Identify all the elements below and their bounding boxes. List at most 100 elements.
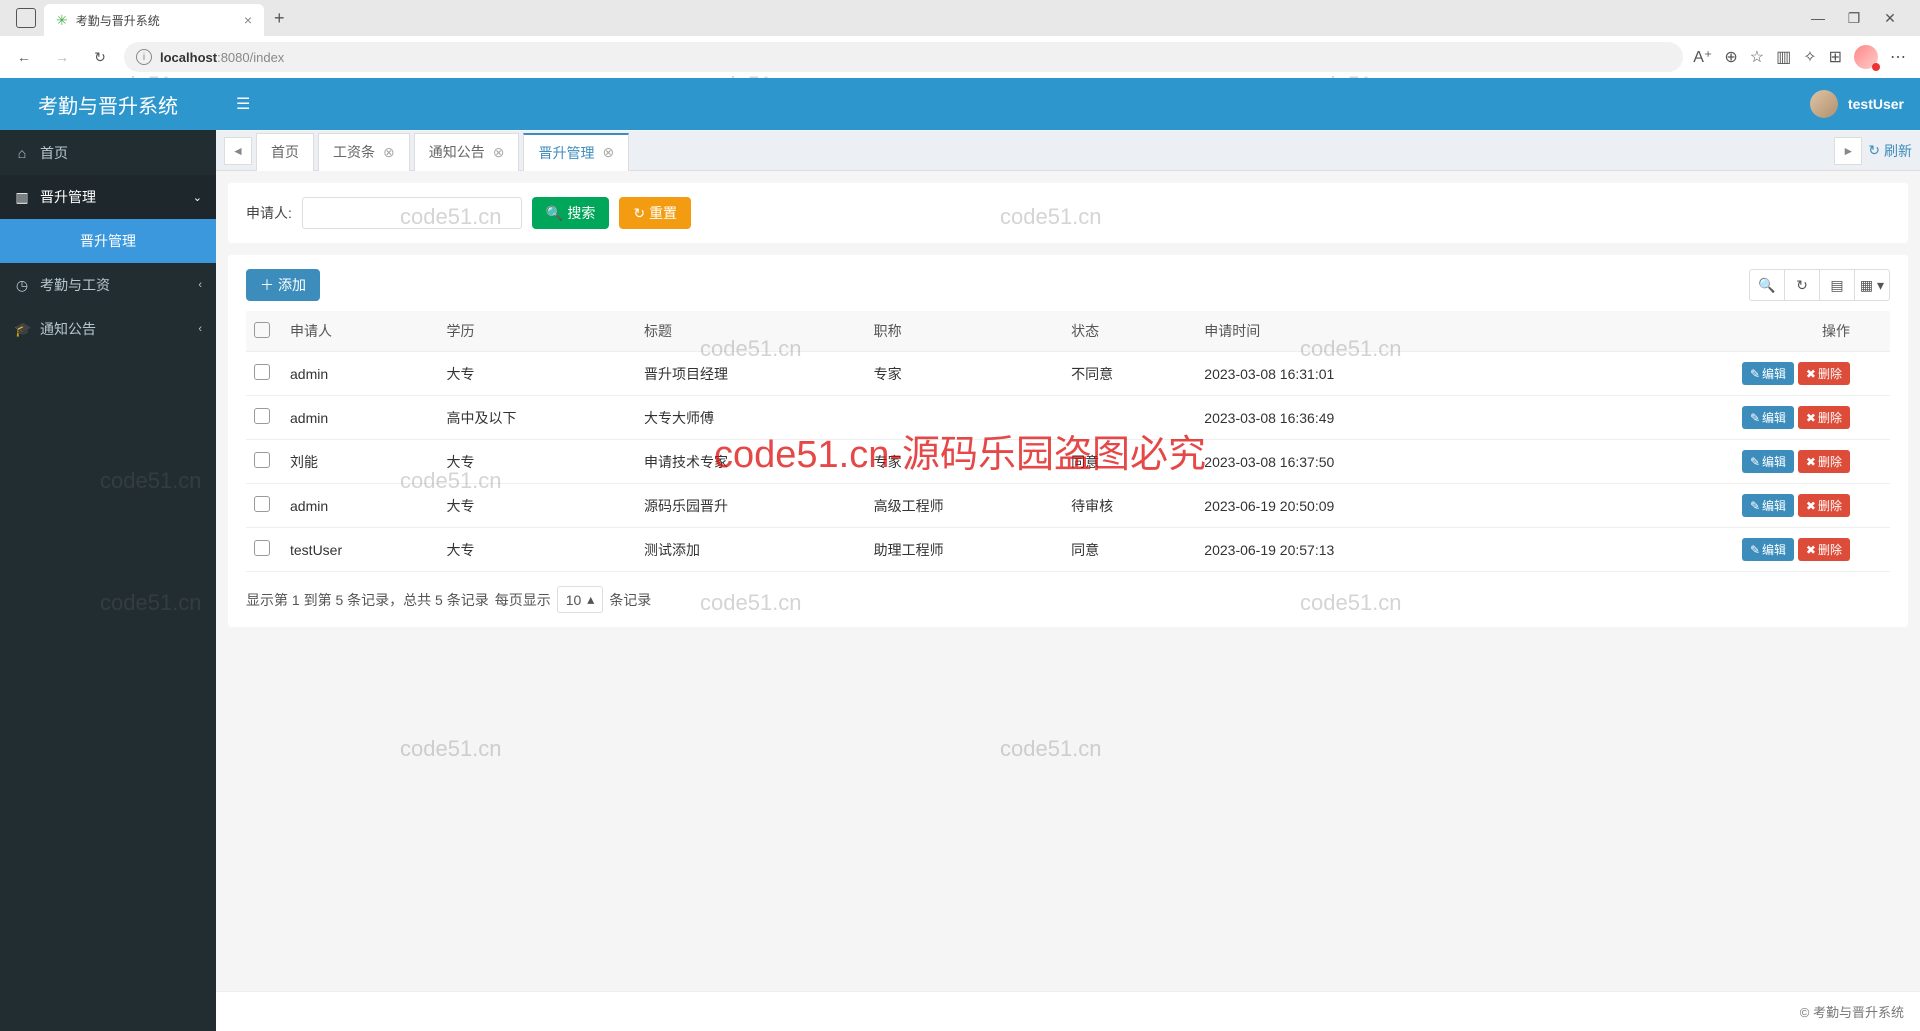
delete-icon: ✖ (1806, 543, 1816, 557)
search-button[interactable]: 🔍搜索 (532, 197, 609, 229)
applicant-input[interactable] (302, 197, 522, 229)
edit-button[interactable]: ✎编辑 (1742, 406, 1794, 429)
cell-title: 申请技术专家 (636, 440, 866, 484)
sidebar-item-promotion[interactable]: ▥ 晋升管理 ⌄ (0, 175, 216, 219)
cell-title: 晋升项目经理 (636, 352, 866, 396)
delete-button[interactable]: ✖删除 (1798, 450, 1850, 473)
cell-title: 大专大师傅 (636, 396, 866, 440)
reload-button[interactable]: ↻ (86, 43, 114, 71)
maximize-icon[interactable]: ❐ (1840, 4, 1868, 32)
minimize-icon[interactable]: — (1804, 4, 1832, 32)
delete-button[interactable]: ✖删除 (1798, 494, 1850, 517)
zoom-icon[interactable]: ⊕ (1724, 47, 1737, 67)
cell-applicant: admin (282, 396, 438, 440)
col-title[interactable]: 标题 (636, 311, 866, 352)
page-size-select[interactable]: 10▴ (557, 586, 604, 613)
edit-button[interactable]: ✎编辑 (1742, 362, 1794, 385)
tab-payslip[interactable]: 工资条⊗ (318, 133, 410, 171)
table-columns-button[interactable]: ▦ ▾ (1854, 269, 1890, 301)
table-refresh-button[interactable]: ↻ (1784, 269, 1820, 301)
row-checkbox[interactable] (254, 496, 270, 512)
more-icon[interactable]: ⋯ (1890, 47, 1906, 67)
sidebar-toggle-button[interactable]: ☰ (216, 94, 270, 114)
address-bar[interactable]: i localhost:8080/index (124, 42, 1683, 72)
cell-education: 大专 (438, 528, 636, 572)
browser-tab-overview-icon[interactable] (16, 8, 36, 28)
clock-icon: ◷ (14, 277, 30, 294)
col-status[interactable]: 状态 (1063, 311, 1196, 352)
barcode-icon: ▥ (14, 189, 30, 206)
cell-title: 源码乐园晋升 (636, 484, 866, 528)
filter-label: 申请人: (246, 203, 292, 223)
delete-button[interactable]: ✖删除 (1798, 406, 1850, 429)
plus-icon: ＋ (260, 275, 274, 295)
collections-icon[interactable]: ▥ (1776, 47, 1791, 67)
window-close-icon[interactable]: ✕ (1876, 4, 1904, 32)
delete-button[interactable]: ✖删除 (1798, 362, 1850, 385)
new-tab-button[interactable]: + (264, 8, 295, 29)
edit-icon: ✎ (1750, 411, 1760, 425)
col-applicant[interactable]: 申请人 (282, 311, 438, 352)
browser-tab[interactable]: ✳ 考勤与晋升系统 × (44, 4, 264, 36)
read-aloud-icon[interactable]: A⁺ (1693, 47, 1712, 67)
cell-education: 大专 (438, 352, 636, 396)
extensions-icon[interactable]: ⊞ (1829, 47, 1842, 67)
edit-button[interactable]: ✎编辑 (1742, 450, 1794, 473)
close-icon[interactable]: ⊗ (383, 144, 395, 161)
table-row: admin 高中及以下 大专大师傅 2023-03-08 16:36:49 ✎编… (246, 396, 1890, 440)
back-button[interactable]: ← (10, 43, 38, 71)
info-icon[interactable]: i (136, 49, 152, 65)
filter-panel: 申请人: 🔍搜索 ↻重置 (228, 183, 1908, 243)
table-row: 刘能 大专 申请技术专家 专家 同意 2023-03-08 16:37:50 ✎… (246, 440, 1890, 484)
col-applytime[interactable]: 申请时间 (1196, 311, 1531, 352)
col-jobtitle[interactable]: 职称 (866, 311, 1064, 352)
row-checkbox[interactable] (254, 452, 270, 468)
close-icon[interactable]: ⊗ (602, 144, 614, 161)
browser-tabs: ✳ 考勤与晋升系统 × + — ❐ ✕ (0, 0, 1920, 36)
favorites-bar-icon[interactable]: ✧ (1803, 47, 1816, 67)
cell-education: 大专 (438, 484, 636, 528)
tab-scroll-right-button[interactable]: ► (1834, 137, 1862, 165)
sidebar-item-notice[interactable]: 🎓 通知公告 ‹ (0, 307, 216, 351)
close-icon[interactable]: ⊗ (493, 144, 505, 161)
select-all-checkbox[interactable] (254, 322, 270, 338)
table-panel: ＋添加 🔍 ↻ ▤ ▦ ▾ 申请人 学历 标题 职称 状态 (228, 255, 1908, 627)
add-button[interactable]: ＋添加 (246, 269, 320, 301)
sidebar-item-label: 通知公告 (40, 319, 96, 339)
chevron-down-icon: ⌄ (193, 191, 202, 204)
app-header: 考勤与晋升系统 ☰ testUser (0, 78, 1920, 130)
col-education[interactable]: 学历 (438, 311, 636, 352)
browser-tab-title: 考勤与晋升系统 (76, 12, 236, 29)
table-search-button[interactable]: 🔍 (1749, 269, 1785, 301)
tab-scroll-left-button[interactable]: ◄ (224, 137, 252, 165)
table-toggle-button[interactable]: ▤ (1819, 269, 1855, 301)
reset-button[interactable]: ↻重置 (619, 197, 691, 229)
sidebar-item-attendance-salary[interactable]: ◷ 考勤与工资 ‹ (0, 263, 216, 307)
sidebar-subitem-promotion[interactable]: 晋升管理 (0, 219, 216, 263)
table-row: admin 大专 源码乐园晋升 高级工程师 待审核 2023-06-19 20:… (246, 484, 1890, 528)
table-row: admin 大专 晋升项目经理 专家 不同意 2023-03-08 16:31:… (246, 352, 1890, 396)
graduation-icon: 🎓 (14, 321, 30, 338)
delete-button[interactable]: ✖删除 (1798, 538, 1850, 561)
tab-promotion[interactable]: 晋升管理⊗ (523, 133, 629, 171)
cell-status: 同意 (1063, 528, 1196, 572)
profile-avatar-icon[interactable] (1854, 45, 1878, 69)
row-checkbox[interactable] (254, 408, 270, 424)
sidebar-item-label: 考勤与工资 (40, 275, 110, 295)
sidebar-item-home[interactable]: ⌂ 首页 (0, 131, 216, 175)
header-user[interactable]: testUser (1810, 90, 1920, 118)
close-icon[interactable]: × (244, 12, 252, 28)
delete-icon: ✖ (1806, 499, 1816, 513)
cell-jobtitle: 专家 (866, 352, 1064, 396)
row-checkbox[interactable] (254, 364, 270, 380)
edit-button[interactable]: ✎编辑 (1742, 538, 1794, 561)
delete-icon: ✖ (1806, 367, 1816, 381)
edit-button[interactable]: ✎编辑 (1742, 494, 1794, 517)
edit-icon: ✎ (1750, 543, 1760, 557)
row-checkbox[interactable] (254, 540, 270, 556)
favorite-icon[interactable]: ☆ (1750, 47, 1764, 67)
tab-notice[interactable]: 通知公告⊗ (414, 133, 520, 171)
tab-home[interactable]: 首页 (256, 133, 314, 171)
refresh-button[interactable]: ↻刷新 (1868, 141, 1912, 161)
browser-toolbar: ← → ↻ i localhost:8080/index A⁺ ⊕ ☆ ▥ ✧ … (0, 36, 1920, 78)
